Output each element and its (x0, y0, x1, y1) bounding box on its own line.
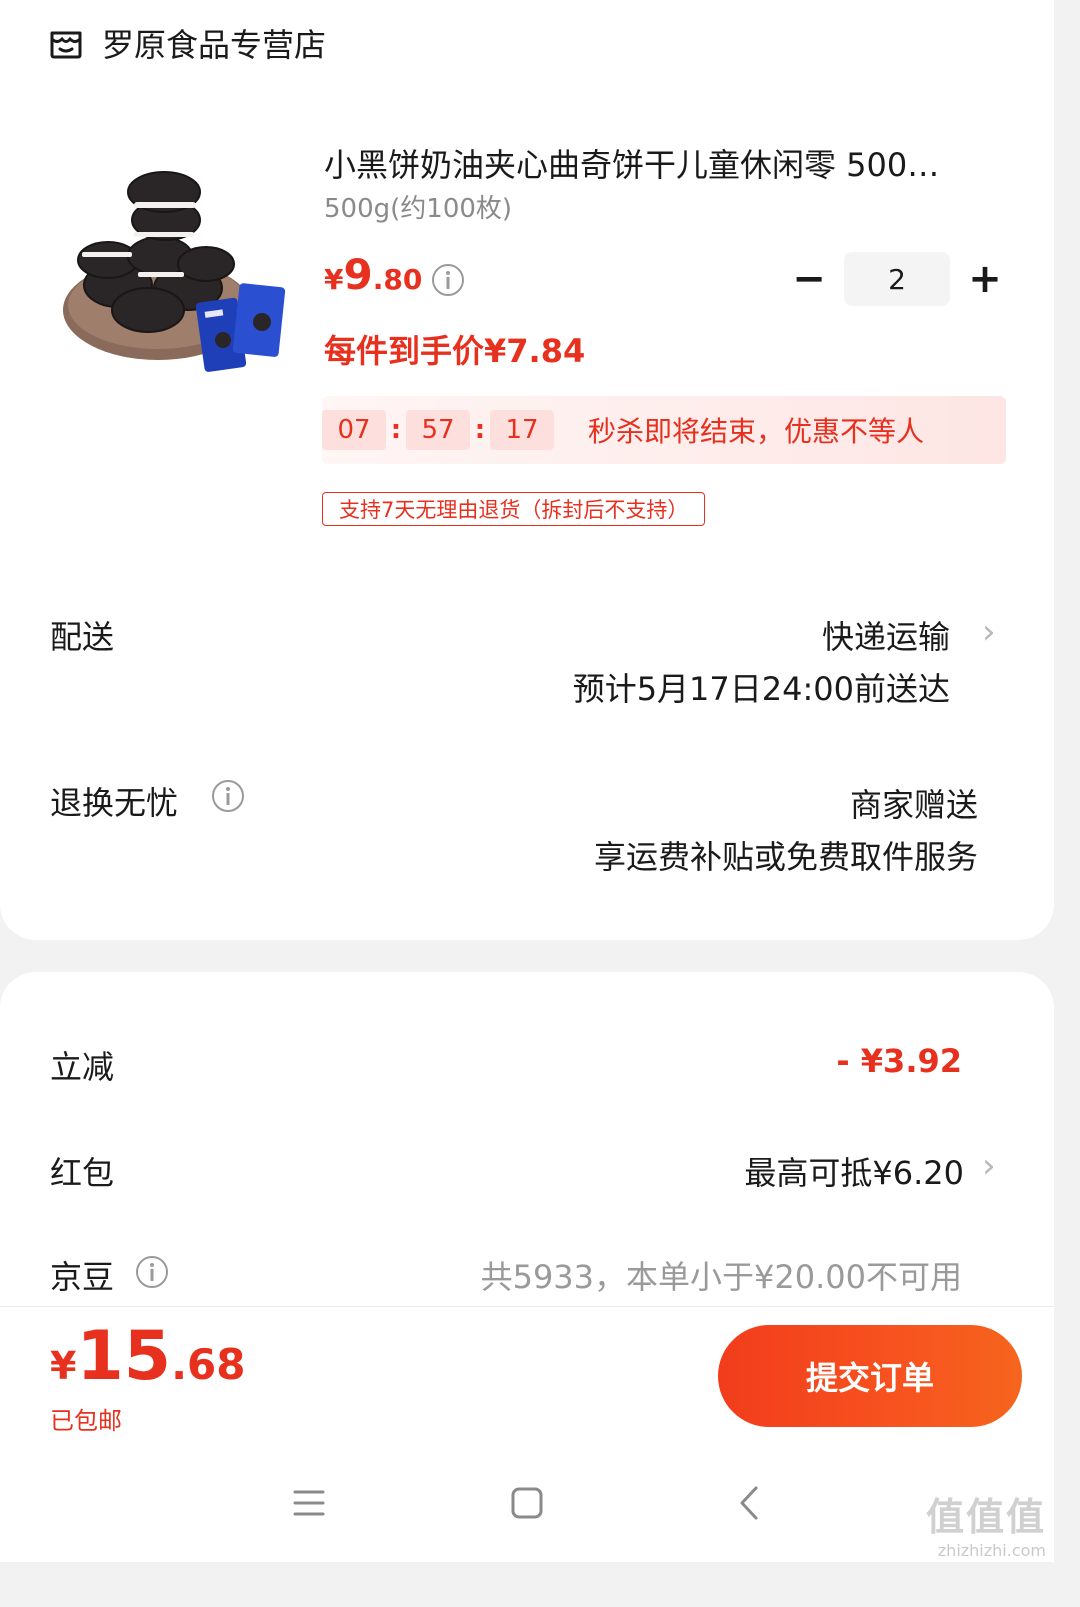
quantity-stepper: − 2 + (786, 252, 1008, 306)
countdown-colon: : (474, 415, 486, 445)
checkout-bar: ¥ 15 .68 已包邮 提交订单 (0, 1306, 1054, 1442)
store-name: 罗原食品专营店 (102, 26, 327, 64)
red-packet-label: 红包 (50, 1154, 115, 1192)
delivery-method[interactable]: 快递运输 (822, 612, 950, 658)
submit-order-button[interactable]: 提交订单 (718, 1325, 1022, 1427)
chevron-right-icon[interactable]: › (982, 612, 996, 652)
discount-label: 立减 (50, 1048, 115, 1086)
menu-icon[interactable] (286, 1480, 332, 1526)
decrease-button[interactable]: − (786, 252, 832, 306)
system-nav-bar (0, 1442, 1054, 1562)
jingdou-info-icon[interactable] (134, 1254, 170, 1290)
product-price: ¥ 9 .80 (324, 250, 422, 299)
total-integer: 15 (76, 1317, 172, 1396)
watermark-logo: 值值值 (925, 1495, 1046, 1539)
worry-free-info-icon[interactable] (210, 778, 246, 814)
total-price: ¥ 15 .68 (50, 1317, 246, 1396)
countdown-minutes: 57 (406, 410, 470, 450)
countdown-seconds: 17 (490, 410, 554, 450)
total-symbol: ¥ (50, 1344, 77, 1388)
flash-sale-text: 秒杀即将结束，优惠不等人 (588, 415, 925, 448)
price-symbol: ¥ (324, 263, 344, 296)
countdown-colon: : (390, 415, 402, 445)
order-confirm-page: 罗原食品专营店 小黑饼奶油夹心曲奇饼干儿童休闲零 500… 500g(约100枚… (0, 0, 1054, 1562)
total-decimal: .68 (171, 1340, 246, 1389)
discount-value: - ¥3.92 (836, 1042, 962, 1080)
worry-free-line1: 商家赠送 (849, 786, 978, 824)
store-header[interactable]: 罗原食品专营店 (48, 20, 326, 66)
product-title[interactable]: 小黑饼奶油夹心曲奇饼干儿童休闲零 500… (324, 140, 1004, 186)
price-decimal: .80 (372, 263, 423, 296)
price-integer: 9 (343, 250, 373, 299)
price-info-icon[interactable] (430, 262, 466, 298)
store-icon (50, 31, 82, 59)
home-icon[interactable] (504, 1480, 550, 1526)
product-image[interactable] (48, 160, 298, 390)
site-watermark: 值值值 zhizhizhi.com (926, 1486, 1046, 1560)
product-spec[interactable]: 500g(约100枚) (324, 188, 512, 225)
countdown-hours: 07 (322, 410, 386, 450)
jingdou-label: 京豆 (50, 1258, 115, 1296)
delivery-label: 配送 (50, 618, 115, 656)
shipping-status: 已包邮 (50, 1407, 122, 1435)
worry-free-label: 退换无忧 (50, 784, 179, 822)
unit-final-price: 每件到手价¥7.84 (324, 332, 586, 370)
quantity-input[interactable]: 2 (844, 252, 950, 306)
return-policy-tag: 支持7天无理由退货（拆封后不支持） (322, 492, 706, 526)
increase-button[interactable]: + (962, 252, 1008, 306)
jingdou-value: 共5933，本单小于¥20.00不可用 (480, 1258, 962, 1296)
order-card: 罗原食品专营店 小黑饼奶油夹心曲奇饼干儿童休闲零 500… 500g(约100枚… (0, 0, 1054, 940)
chevron-right-icon[interactable]: › (982, 1146, 996, 1186)
worry-free-line2: 享运费补贴或免费取件服务 (593, 838, 978, 876)
back-icon[interactable] (726, 1480, 772, 1526)
flash-sale-banner: 07 : 57 : 17 秒杀即将结束，优惠不等人 (322, 396, 1006, 464)
red-packet-value[interactable]: 最高可抵¥6.20 (744, 1148, 964, 1194)
watermark-url: zhizhizhi.com (937, 1541, 1046, 1560)
delivery-eta: 预计5月17日24:00前送达 (572, 670, 950, 708)
